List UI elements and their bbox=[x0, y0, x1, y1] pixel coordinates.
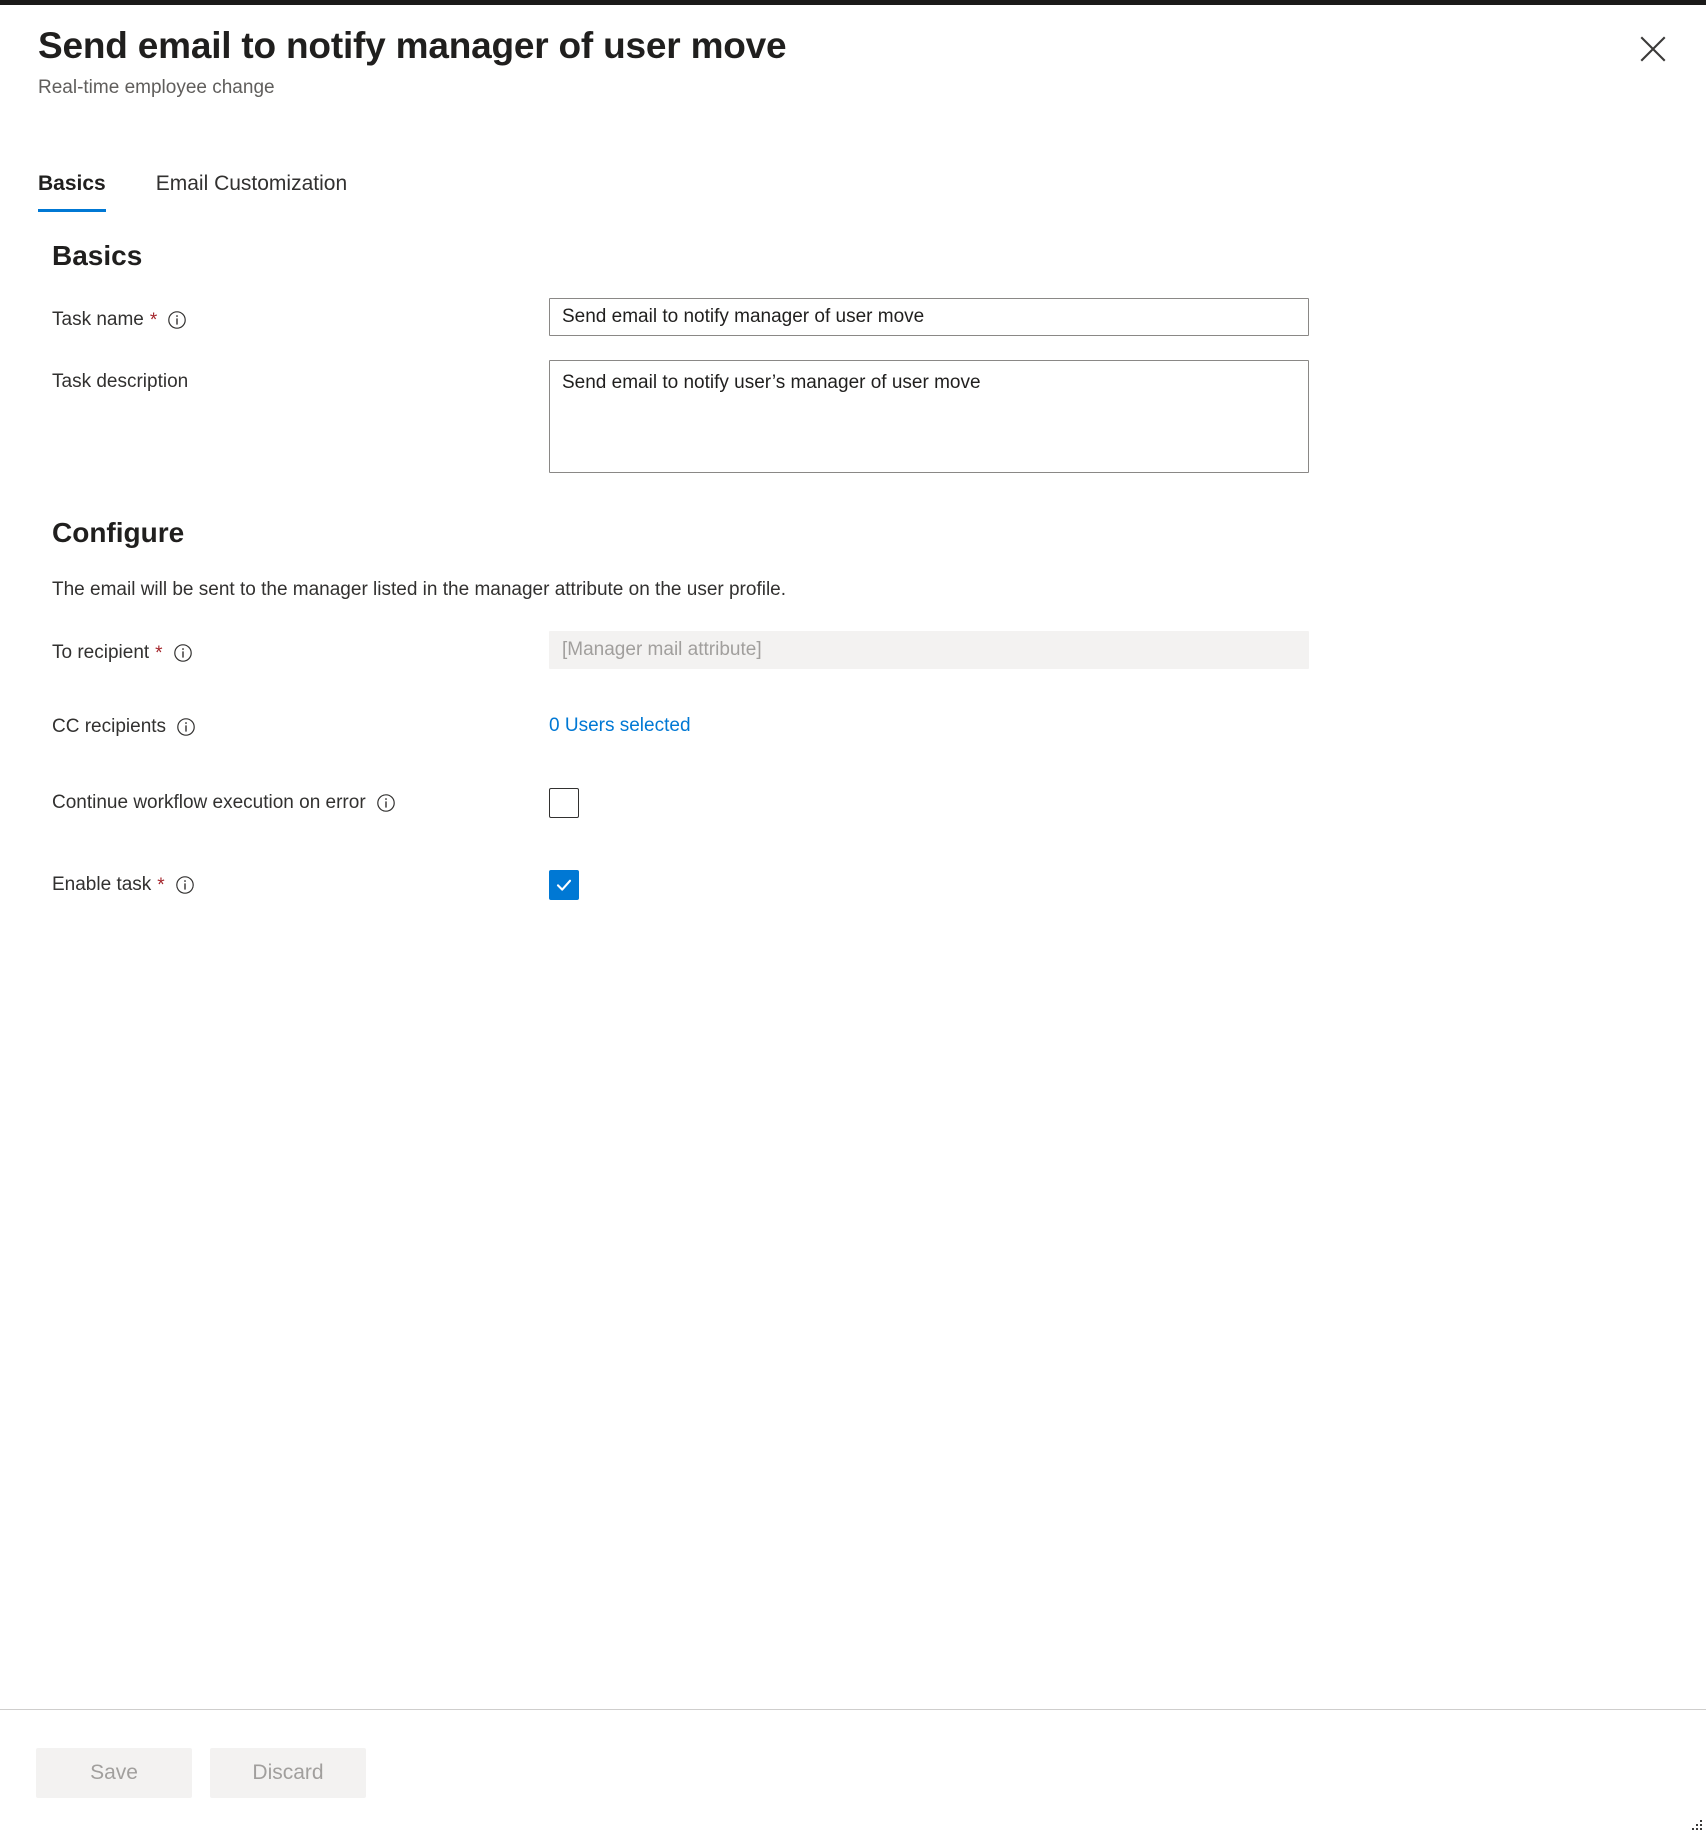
field-to-recipient: To recipient * [Manager mail attribute] bbox=[0, 631, 1706, 669]
info-icon[interactable] bbox=[173, 643, 193, 663]
tab-email-customization[interactable]: Email Customization bbox=[156, 170, 347, 212]
to-recipient-label-text: To recipient bbox=[52, 640, 149, 666]
tab-list: Basics Email Customization bbox=[38, 170, 347, 212]
resize-grip[interactable] bbox=[1690, 1818, 1704, 1832]
check-icon bbox=[554, 875, 574, 895]
info-icon[interactable] bbox=[175, 875, 195, 895]
task-name-input[interactable] bbox=[549, 298, 1309, 336]
field-task-name: Task name * bbox=[0, 298, 1706, 336]
info-icon[interactable] bbox=[167, 310, 187, 330]
task-details-panel: Send email to notify manager of user mov… bbox=[0, 0, 1706, 1834]
field-enable-task-label: Enable task * bbox=[52, 872, 549, 898]
enable-task-label-text: Enable task bbox=[52, 872, 151, 898]
to-recipient-value: [Manager mail attribute] bbox=[549, 631, 1309, 669]
field-task-description-label: Task description bbox=[52, 360, 549, 395]
field-cc-recipients-label: CC recipients bbox=[52, 705, 549, 740]
configure-description: The email will be sent to the manager li… bbox=[0, 577, 1706, 603]
continue-on-error-label-text: Continue workflow execution on error bbox=[52, 790, 366, 816]
task-description-input[interactable] bbox=[549, 360, 1309, 473]
field-cc-recipients: CC recipients 0 Users selected bbox=[0, 705, 1706, 740]
field-task-description: Task description bbox=[0, 360, 1706, 473]
enable-task-checkbox[interactable] bbox=[549, 870, 579, 900]
field-continue-on-error: Continue workflow execution on error bbox=[0, 788, 1706, 818]
panel-footer: Save Discard bbox=[0, 1710, 1706, 1834]
enable-task-required-marker: * bbox=[157, 876, 164, 895]
cc-recipients-link[interactable]: 0 Users selected bbox=[549, 705, 691, 739]
task-description-label-text: Task description bbox=[52, 369, 188, 395]
tab-basics[interactable]: Basics bbox=[38, 170, 106, 212]
section-heading-configure: Configure bbox=[0, 473, 1706, 551]
field-continue-on-error-label: Continue workflow execution on error bbox=[52, 790, 549, 816]
section-heading-basics: Basics bbox=[0, 238, 1706, 274]
to-recipient-required-marker: * bbox=[155, 644, 162, 663]
field-enable-task: Enable task * bbox=[0, 870, 1706, 900]
discard-button[interactable]: Discard bbox=[210, 1748, 366, 1798]
page-subtitle: Real-time employee change bbox=[38, 75, 1668, 101]
continue-on-error-checkbox[interactable] bbox=[549, 788, 579, 818]
field-task-name-label: Task name * bbox=[52, 298, 549, 333]
tab-basics-label: Basics bbox=[38, 172, 106, 195]
close-button[interactable] bbox=[1626, 22, 1680, 76]
info-icon[interactable] bbox=[176, 717, 196, 737]
field-to-recipient-label: To recipient * bbox=[52, 631, 549, 666]
panel-header: Send email to notify manager of user mov… bbox=[0, 5, 1706, 101]
info-icon[interactable] bbox=[376, 793, 396, 813]
task-name-required-marker: * bbox=[150, 311, 157, 330]
cc-recipients-label-text: CC recipients bbox=[52, 714, 166, 740]
tab-email-customization-label: Email Customization bbox=[156, 172, 347, 195]
task-name-label-text: Task name bbox=[52, 307, 144, 333]
panel-content: Basics Task name * Task description bbox=[0, 238, 1706, 900]
close-icon bbox=[1640, 36, 1666, 62]
page-title: Send email to notify manager of user mov… bbox=[38, 23, 1668, 69]
save-button[interactable]: Save bbox=[36, 1748, 192, 1798]
